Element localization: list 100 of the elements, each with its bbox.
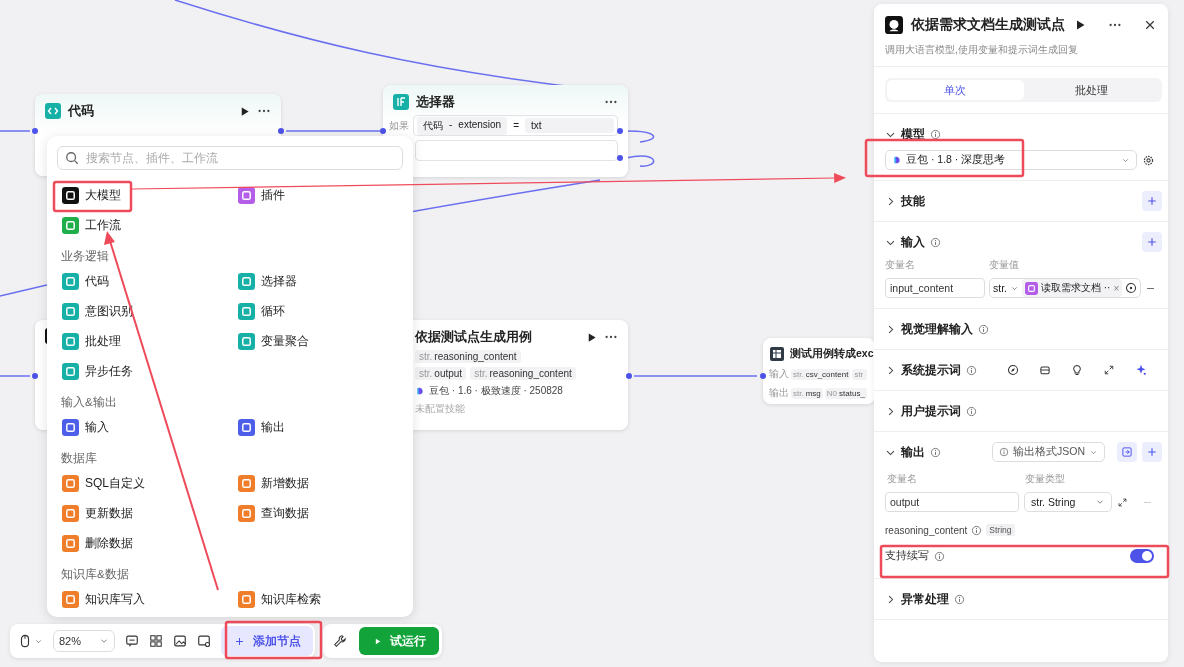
sparkle-icon[interactable] <box>1135 364 1147 376</box>
import-icon <box>1121 446 1133 458</box>
import-button[interactable] <box>1117 442 1137 462</box>
expand-icon[interactable] <box>1103 364 1115 376</box>
compass-icon[interactable] <box>1007 364 1019 376</box>
column-label: 变量名 <box>885 258 916 272</box>
port-dot[interactable] <box>617 128 623 134</box>
section-heading: 知识库&数据 <box>60 567 130 582</box>
zoom-select[interactable]: 82% <box>53 630 115 652</box>
plus-icon <box>1146 236 1158 248</box>
play-icon[interactable] <box>239 105 250 117</box>
panel-title: 依据需求文档生成测试点 <box>911 16 1066 34</box>
condition-row[interactable]: 代码 - extension = txt <box>413 115 618 136</box>
port-dot[interactable] <box>617 155 623 161</box>
variable-tag: str. csv_content <box>791 368 851 380</box>
variable-tag: str. reasoning_content <box>470 367 576 380</box>
model-select[interactable]: 豆包 · 1.8 · 深度思考 <box>885 150 1137 170</box>
port-dot[interactable] <box>380 128 386 134</box>
play-icon[interactable] <box>1074 19 1086 31</box>
database-icon[interactable] <box>1039 364 1051 376</box>
port-dot[interactable] <box>32 128 38 134</box>
node-type-icon <box>62 332 79 350</box>
input-field[interactable]: input_content <box>885 278 985 298</box>
tab[interactable]: 单次 <box>887 80 1024 100</box>
play-icon[interactable] <box>586 331 597 343</box>
toggle-switch[interactable] <box>1130 549 1154 563</box>
comment-icon[interactable] <box>125 634 139 648</box>
expand-icon[interactable] <box>1117 496 1128 508</box>
column-label: 变量类型 <box>1025 472 1065 486</box>
menu-item[interactable]: 异步任务 <box>57 356 233 386</box>
mouse-icon[interactable] <box>18 634 32 648</box>
settings-icon[interactable] <box>1142 153 1155 167</box>
model-name: 豆包 · 1.6 · 极致速度 · 250828 <box>429 384 563 398</box>
format-select[interactable]: 输出格式JSON <box>992 442 1105 462</box>
if-icon <box>393 94 409 110</box>
model-logo-icon <box>892 155 902 165</box>
connector-line <box>625 130 655 143</box>
menu-item[interactable]: SQL自定义 <box>57 468 233 498</box>
info-icon <box>971 524 983 536</box>
add-button[interactable] <box>1142 191 1162 211</box>
menu-item[interactable]: 查询数据 <box>233 498 409 528</box>
image-icon[interactable] <box>173 634 187 648</box>
node-type-icon <box>62 474 79 492</box>
note-icon[interactable] <box>197 634 211 648</box>
variable-value-field[interactable]: str. 读取需求文档 ·· × <box>989 278 1142 298</box>
add-button[interactable] <box>1142 232 1162 252</box>
port-dot[interactable] <box>278 128 284 134</box>
node-type-icon <box>62 302 79 320</box>
node-type-icon <box>62 272 79 290</box>
menu-item[interactable]: 插件 <box>233 180 409 210</box>
wrench-icon[interactable] <box>333 634 347 648</box>
section-title: 异常处理 <box>901 590 949 608</box>
search-field[interactable]: 搜索节点、插件、工作流 <box>57 146 403 170</box>
menu-item[interactable]: 删除数据 <box>57 528 233 558</box>
layout-grid-icon[interactable] <box>149 634 163 648</box>
menu-item[interactable]: 大模型 <box>57 180 233 210</box>
model-logo-icon <box>415 386 425 396</box>
type-select[interactable]: str. String <box>1024 492 1112 512</box>
variable-tag: str <box>852 368 868 380</box>
menu-item[interactable]: 批处理 <box>57 326 233 356</box>
menu-item[interactable]: 选择器 <box>233 266 409 296</box>
tab[interactable]: 批处理 <box>1023 80 1160 100</box>
menu-item[interactable]: 知识库写入 <box>57 584 233 614</box>
bulb-icon[interactable] <box>1071 364 1083 376</box>
add-button[interactable] <box>1142 442 1162 462</box>
menu-item[interactable]: 新增数据 <box>233 468 409 498</box>
port-dot[interactable] <box>626 373 632 379</box>
section-title: 模型 <box>901 125 925 143</box>
panel-subtitle: 调用大语言模型,使用变量和提示词生成回复 <box>874 36 1168 67</box>
menu-item[interactable]: 输入 <box>57 412 233 442</box>
variable-tag: str. reasoning_content <box>415 350 521 363</box>
node-type-icon <box>238 272 255 290</box>
variable-tag: str. msg <box>791 387 823 399</box>
input-field[interactable]: output <box>885 492 1019 512</box>
section-heading: 业务逻辑 <box>60 249 110 264</box>
section-heading: 数据库 <box>60 451 98 466</box>
node-title: 代码 <box>68 102 94 120</box>
node-type-icon <box>62 216 79 234</box>
type-tag: String <box>986 524 1015 536</box>
menu-item[interactable]: 工作流 <box>57 210 233 240</box>
node-card[interactable]: 选择器 如果 代码 - extension = txt <box>383 85 628 177</box>
port-dot[interactable] <box>32 373 38 379</box>
section-title: 输出 <box>901 443 925 461</box>
menu-item[interactable]: 更新数据 <box>57 498 233 528</box>
column-label: 变量名 <box>886 472 918 486</box>
plus-icon <box>1146 446 1158 458</box>
close-icon[interactable] <box>1144 19 1156 31</box>
section-title: 视觉理解输入 <box>901 320 973 338</box>
node-type-icon <box>238 332 255 350</box>
menu-item[interactable]: 知识库检索 <box>233 584 409 614</box>
target-icon[interactable] <box>1125 282 1138 294</box>
port-dot[interactable] <box>760 373 766 379</box>
section-title: 用户提示词 <box>901 402 961 420</box>
plugin-icon <box>1025 281 1038 295</box>
add-node-button[interactable]: 添加节点 <box>221 626 313 656</box>
menu-item[interactable]: 代码 <box>57 266 233 296</box>
node-title: 测试用例转成exc <box>790 347 874 361</box>
section-title: 技能 <box>901 192 925 210</box>
node-card[interactable]: 测试用例转成exc 输入 str. csv_content str 输出 str. msg N0 status_ <box>763 338 875 404</box>
skills-note: 未配置技能 <box>415 402 465 416</box>
